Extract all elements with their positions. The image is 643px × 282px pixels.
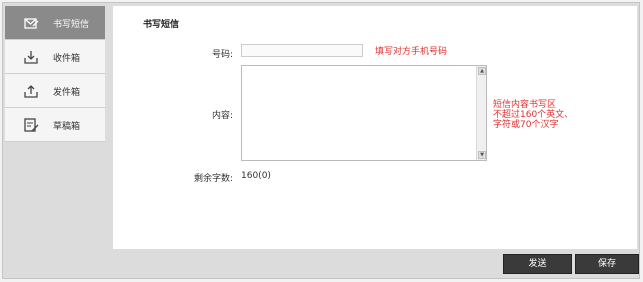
remaining-count: 160(0) (241, 171, 271, 181)
scroll-down-icon[interactable]: ▼ (478, 151, 486, 159)
sidebar-item-label: 草稿箱 (53, 122, 81, 132)
sidebar-item-outbox[interactable]: 发件箱 (5, 74, 105, 108)
drafts-icon (23, 117, 39, 133)
message-content-textarea[interactable] (242, 66, 480, 164)
sidebar: 书写短信 收件箱 发件箱 草稿箱 (5, 6, 105, 142)
sidebar-item-label: 发件箱 (53, 88, 81, 98)
sidebar-item-compose[interactable]: 书写短信 (5, 6, 105, 40)
sidebar-item-inbox[interactable]: 收件箱 (5, 40, 105, 74)
content-label: 内容: (211, 111, 233, 121)
compose-panel: 书写短信 号码: 填写对方手机号码 内容: ▲ ▼ 短信内容书写区 不超过160… (113, 6, 637, 249)
remaining-label: 剩余字数: (193, 174, 233, 184)
page-title: 书写短信 (143, 20, 180, 30)
scrollbar[interactable]: ▲ ▼ (476, 66, 486, 160)
scroll-up-icon[interactable]: ▲ (478, 67, 486, 75)
content-field: ▲ ▼ (241, 65, 487, 164)
sidebar-item-label: 收件箱 (53, 54, 81, 64)
sidebar-item-label: 书写短信 (53, 20, 90, 30)
number-hint: 填写对方手机号码 (375, 47, 448, 57)
content-hint: 短信内容书写区 不超过160个英文、 字符或70个汉字 (493, 100, 574, 130)
outbox-icon (23, 83, 39, 99)
number-label: 号码: (211, 50, 233, 60)
phone-number-input[interactable] (241, 44, 363, 57)
inbox-icon (23, 49, 39, 65)
compose-icon (23, 15, 39, 31)
sidebar-item-drafts[interactable]: 草稿箱 (5, 108, 105, 142)
save-button[interactable]: 保存 (575, 254, 639, 274)
send-button[interactable]: 发送 (503, 254, 572, 274)
sms-app-window: 书写短信 收件箱 发件箱 草稿箱 书写短信 号码: 填写对方手机号码 内容: ▲… (2, 2, 640, 279)
